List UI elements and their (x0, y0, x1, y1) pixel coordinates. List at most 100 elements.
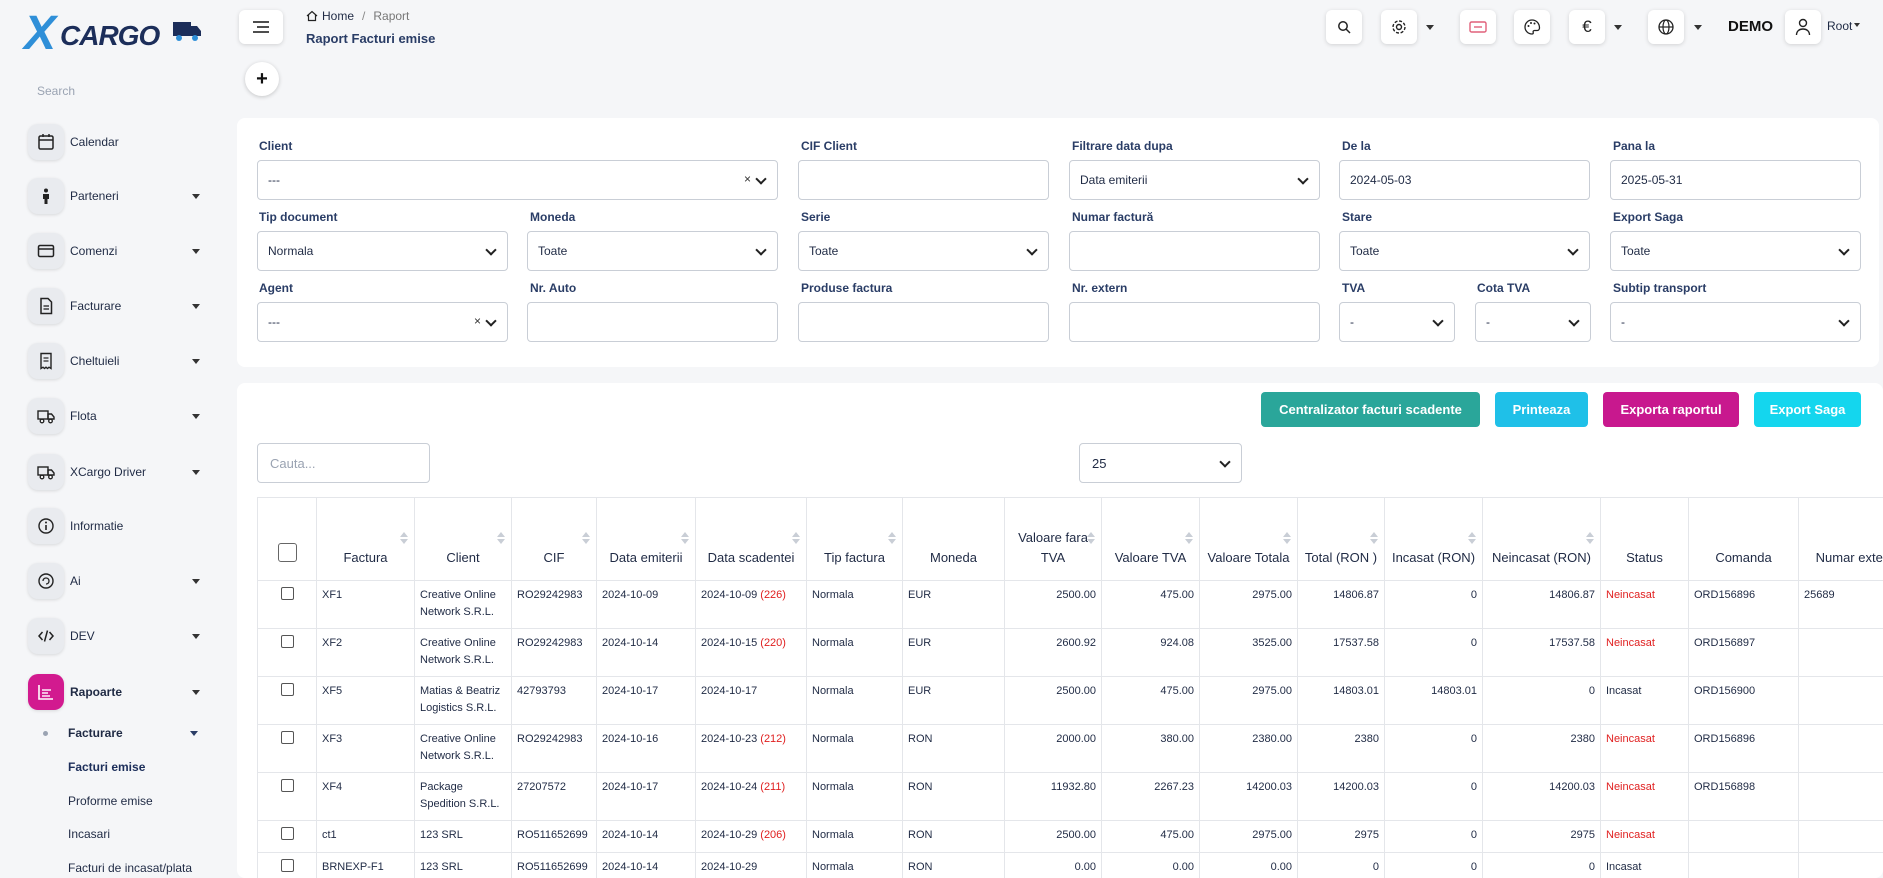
sort-icon[interactable] (1185, 530, 1193, 546)
sort-icon[interactable] (1468, 530, 1476, 546)
sidebar-subgroup-facturare[interactable]: Facturare (68, 726, 123, 740)
column-header[interactable]: Client (414, 497, 512, 581)
sort-icon[interactable] (1283, 530, 1291, 546)
row-checkbox[interactable] (280, 635, 294, 648)
chevron-down-icon[interactable] (1614, 25, 1622, 30)
row-checkbox[interactable] (280, 827, 294, 840)
sidebar-item-ai[interactable]: Ai (28, 563, 203, 599)
sort-icon[interactable] (400, 530, 408, 546)
sort-icon[interactable] (792, 530, 800, 546)
sort-icon[interactable] (1586, 530, 1594, 546)
currency-button[interactable]: € (1569, 10, 1605, 44)
clear-icon[interactable]: × (474, 314, 481, 328)
theme-button[interactable] (1514, 10, 1550, 44)
column-header[interactable]: Tip factura (806, 497, 903, 581)
centralizator-button[interactable]: Centralizator facturi scadente (1261, 392, 1480, 427)
language-button[interactable] (1648, 10, 1684, 44)
column-header[interactable]: Data scadentei (695, 497, 807, 581)
sidebar-item-parteneri[interactable]: Parteneri (28, 178, 203, 214)
menu-toggle-button[interactable] (239, 10, 283, 44)
user-avatar-button[interactable] (1785, 10, 1821, 44)
column-header[interactable]: Neincasat (RON) (1482, 497, 1601, 581)
column-header[interactable]: Comanda (1688, 497, 1799, 581)
pana-la-date-input[interactable]: 2025-05-31 (1610, 160, 1861, 200)
column-header[interactable]: Numar extern (1798, 497, 1883, 581)
column-header[interactable]: Valoare Totala (1199, 497, 1298, 581)
tip-document-select[interactable]: Normala (257, 231, 508, 271)
sidebar-item-cheltuieli[interactable]: Cheltuieli (28, 343, 203, 379)
table-row[interactable]: ct1 123 SRL RO511652699 2024-10-14 2024-10-2… (257, 820, 1883, 853)
sidebar-subitem-proforme-emise[interactable]: Proforme emise (68, 794, 153, 808)
sort-icon[interactable] (1087, 530, 1095, 546)
column-header[interactable]: Status (1600, 497, 1689, 581)
table-row[interactable]: XF3 Creative Online Network S.R.L. RO29242… (257, 724, 1883, 773)
table-row[interactable]: BRNEXP-F1 123 SRL RO511652699 2024-10-14 202… (257, 852, 1883, 878)
chevron-down-icon[interactable] (1694, 25, 1702, 30)
column-header[interactable]: Data emiterii (596, 497, 696, 581)
numar-factura-input[interactable] (1069, 231, 1320, 271)
de-la-date-input[interactable]: 2024-05-03 (1339, 160, 1590, 200)
column-header[interactable]: CIF (511, 497, 597, 581)
filtrare-data-select[interactable]: Data emiterii (1069, 160, 1320, 200)
row-checkbox[interactable] (280, 587, 294, 600)
sidebar-subitem-incasari[interactable]: Incasari (68, 827, 110, 841)
table-row[interactable]: XF2 Creative Online Network S.R.L. RO29242… (257, 628, 1883, 677)
stare-select[interactable]: Toate (1339, 231, 1590, 271)
print-button[interactable]: Printeaza (1495, 392, 1588, 427)
table-row[interactable]: XF5 Matias & Beatriz Logistics S.R.L. 4279… (257, 676, 1883, 725)
moneda-select[interactable]: Toate (527, 231, 778, 271)
column-header[interactable]: Moneda (902, 497, 1005, 581)
sidebar-subitem-facturi-emise[interactable]: Facturi emise (68, 760, 145, 774)
cif-client-input[interactable] (798, 160, 1049, 200)
column-header[interactable]: Valoare fara TVA (1004, 497, 1102, 581)
sort-icon[interactable] (497, 530, 505, 546)
row-checkbox[interactable] (280, 731, 294, 744)
serie-select[interactable]: Toate (798, 231, 1049, 271)
sort-icon[interactable] (582, 530, 590, 546)
sidebar-item-dev[interactable]: DEV (28, 618, 203, 654)
sidebar-item-xcargo-driver[interactable]: XCargo Driver (28, 454, 203, 490)
sidebar-item-informatie[interactable]: Informatie (28, 508, 203, 544)
nr-extern-input[interactable] (1069, 302, 1320, 342)
row-checkbox[interactable] (280, 779, 294, 792)
nr-auto-input[interactable] (527, 302, 778, 342)
agent-select[interactable]: --- × (257, 302, 508, 342)
table-row[interactable]: XF1 Creative Online Network S.R.L. RO29242… (257, 580, 1883, 629)
column-header[interactable]: Incasat (RON) (1384, 497, 1483, 581)
subtip-transport-select[interactable]: - (1610, 302, 1861, 342)
sidebar-search-input[interactable]: Search (37, 84, 75, 98)
sort-icon[interactable] (681, 530, 689, 546)
sort-icon[interactable] (1370, 530, 1378, 546)
xcargo-logo[interactable]: X CARGO (24, 6, 204, 60)
export-saga-button[interactable]: Export Saga (1754, 392, 1861, 427)
search-button[interactable] (1326, 10, 1362, 44)
table-row[interactable]: XF4 Package Spedition S.R.L. 27207572 2024-… (257, 772, 1883, 821)
produse-factura-input[interactable] (798, 302, 1049, 342)
user-name[interactable]: Root (1827, 19, 1852, 33)
column-header[interactable]: Valoare TVA (1101, 497, 1200, 581)
export-saga-select[interactable]: Toate (1610, 231, 1861, 271)
sort-icon[interactable] (888, 530, 896, 546)
select-all-checkbox[interactable] (277, 543, 297, 562)
sidebar-item-rapoarte[interactable]: Rapoarte (28, 674, 203, 710)
client-select[interactable]: --- × (257, 160, 778, 200)
chevron-down-icon[interactable] (1426, 25, 1434, 30)
sidebar-subitem-facturi-de-incasat[interactable]: Facturi de incasat/plata (68, 861, 192, 875)
settings-button[interactable] (1381, 10, 1417, 44)
sidebar-item-comenzi[interactable]: Comenzi (28, 233, 203, 269)
export-report-button[interactable]: Exporta raportul (1603, 392, 1739, 427)
clear-icon[interactable]: × (744, 172, 751, 186)
row-checkbox[interactable] (280, 859, 294, 872)
row-checkbox[interactable] (280, 683, 294, 696)
tva-select[interactable]: - (1339, 302, 1455, 342)
table-search-input[interactable]: Cauta... (257, 443, 430, 483)
sidebar-item-flota[interactable]: Flota (28, 398, 203, 434)
chevron-down-icon[interactable] (1854, 23, 1860, 27)
cota-tva-select[interactable]: - (1475, 302, 1591, 342)
sidebar-item-facturare[interactable]: Facturare (28, 288, 203, 324)
page-size-select[interactable]: 25 (1079, 443, 1242, 483)
column-header[interactable]: Factura (316, 497, 415, 581)
breadcrumb-home[interactable]: Home (322, 9, 354, 23)
sidebar-item-calendar[interactable]: Calendar (28, 124, 203, 160)
column-header[interactable]: Total (RON ) (1297, 497, 1385, 581)
